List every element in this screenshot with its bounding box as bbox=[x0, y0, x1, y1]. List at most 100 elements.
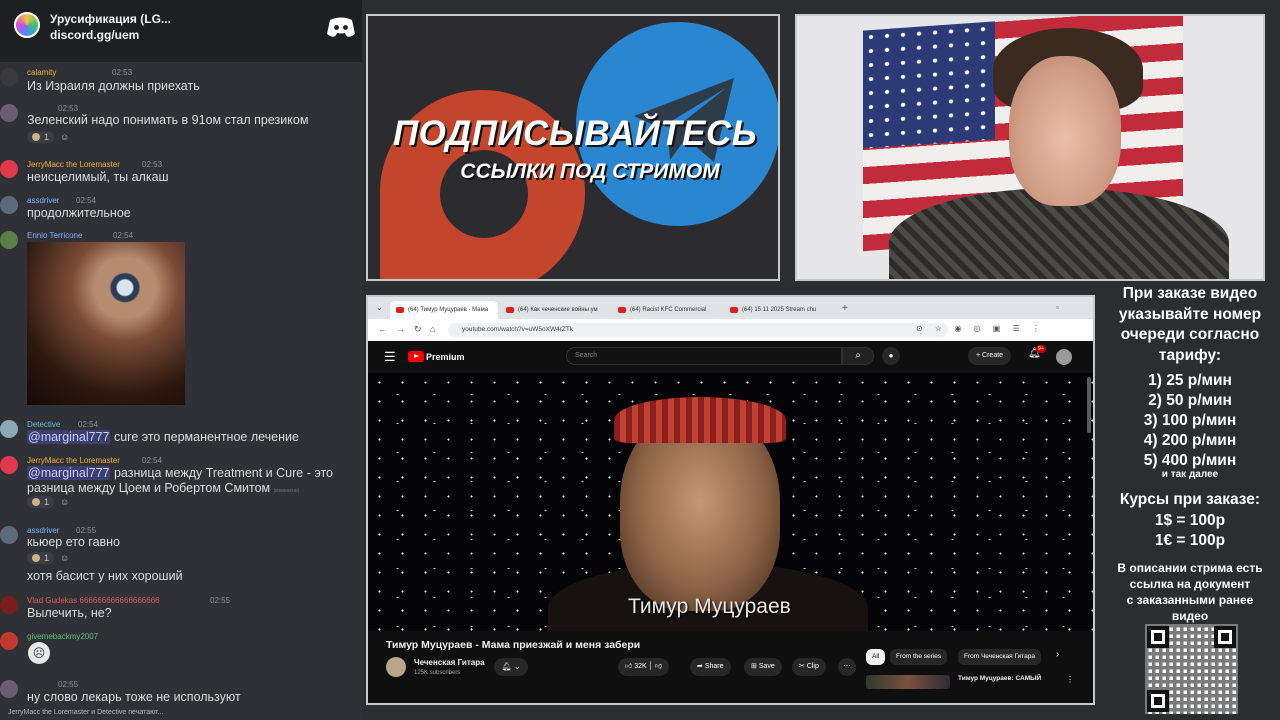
extension-icons[interactable]: ⊙ ☆ ◉ ◎ ▣ ☰ ⋮ bbox=[916, 324, 1045, 333]
message-time: 02:53 bbox=[112, 68, 133, 77]
reaction-pill[interactable]: 1 bbox=[27, 496, 55, 508]
menu-icon[interactable]: ☰ bbox=[384, 349, 396, 365]
window-controls[interactable]: ▫ bbox=[1056, 303, 1063, 312]
message-time: 02:53 bbox=[142, 160, 163, 169]
avatar[interactable] bbox=[0, 420, 18, 438]
avatar[interactable] bbox=[0, 526, 18, 544]
share-button[interactable]: ➦ Share bbox=[690, 658, 731, 676]
reaction-pill[interactable]: 1 bbox=[27, 552, 55, 564]
tab-title: (64) Тимур Муцураев - Мама bbox=[408, 307, 489, 313]
new-tab-icon[interactable]: + bbox=[842, 303, 848, 314]
avatar[interactable] bbox=[0, 68, 18, 86]
create-button[interactable]: + Create bbox=[968, 347, 1012, 365]
message-time: 02:54 bbox=[78, 420, 99, 429]
avatar[interactable] bbox=[0, 160, 18, 178]
author-suffix: 666666666666666666 bbox=[79, 596, 160, 605]
avatar[interactable] bbox=[0, 196, 18, 214]
tariff-note: и так далее bbox=[1161, 469, 1219, 480]
banner-subtitle: ССЫЛКИ ПОД СТРИМОМ bbox=[460, 160, 720, 183]
share-label: Share bbox=[704, 663, 724, 670]
account-avatar[interactable] bbox=[1056, 349, 1072, 365]
message-author[interactable]: assdriver bbox=[27, 526, 59, 535]
recommended-more-icon[interactable]: ⋮ bbox=[1066, 675, 1074, 684]
channel-avatar[interactable] bbox=[386, 657, 406, 677]
more-actions-icon[interactable]: ⋯ bbox=[838, 658, 856, 676]
browser-tab[interactable]: (64) Как чеченские войны ум bbox=[500, 301, 608, 319]
add-reaction-icon[interactable]: ☺ bbox=[60, 132, 69, 142]
server-invite-link[interactable]: discord.gg/uem bbox=[50, 28, 139, 42]
create-label: Create bbox=[982, 352, 1004, 359]
message-author[interactable]: assdriver bbox=[27, 196, 59, 205]
recommended-thumbnail[interactable] bbox=[866, 675, 950, 689]
message-author[interactable]: Detective bbox=[27, 420, 60, 429]
order-intro: При заказе видео указывайте номер очеред… bbox=[1100, 284, 1280, 366]
avatar[interactable] bbox=[0, 231, 18, 249]
browser-tab[interactable]: (64) Тимур Муцураев - Мама bbox=[390, 301, 498, 319]
description-note: В описании стрима есть ссылка на докумен… bbox=[1100, 560, 1280, 624]
message-author[interactable]: Ennio Terricone bbox=[27, 231, 82, 240]
emoji-icon bbox=[32, 133, 40, 141]
avatar[interactable] bbox=[0, 456, 18, 474]
back-icon[interactable]: ← bbox=[378, 324, 387, 334]
video-singer-hat bbox=[614, 397, 786, 443]
avatar[interactable] bbox=[0, 680, 18, 698]
browser-tab[interactable]: (64) Racist KFC Commercial bbox=[612, 301, 720, 319]
avatar[interactable] bbox=[0, 632, 18, 650]
intro-line: указывайте номер bbox=[1118, 305, 1262, 323]
discord-chat-panel: Урусификация (LG... discord.gg/uem calam… bbox=[0, 0, 362, 720]
reaction-count: 1 bbox=[44, 132, 50, 142]
attached-image[interactable] bbox=[27, 242, 185, 405]
tab-search-icon[interactable]: ⌄ bbox=[376, 303, 383, 312]
rate-item: 1$ = 100р bbox=[1154, 512, 1226, 529]
qr-code[interactable] bbox=[1145, 624, 1238, 714]
home-icon[interactable]: ⌂ bbox=[430, 324, 435, 334]
message-author[interactable]: givemebackmy2007 bbox=[27, 632, 98, 641]
address-bar[interactable]: youtube.com/watch?v=uW5oXW4rZTk bbox=[448, 323, 948, 337]
youtube-logo-icon[interactable] bbox=[408, 351, 424, 362]
discord-server-header[interactable]: Урусификация (LG... discord.gg/uem bbox=[0, 0, 362, 62]
message-text: кьюер ето гавно bbox=[27, 535, 121, 549]
browser-tab[interactable]: (64) 15 11 2025 Stream chu bbox=[724, 301, 832, 319]
youtube-header: ☰ Premium Search ⌕ ● + Create 🔔︎ 9+ bbox=[368, 341, 1093, 373]
user-mention[interactable]: @marginal777 bbox=[27, 430, 111, 444]
sticker-emoji-icon: ☹ bbox=[28, 642, 50, 664]
channel-name[interactable]: Чеченская Гитара bbox=[414, 658, 485, 667]
message-author[interactable]: JerryMacc the Loremaster bbox=[27, 160, 120, 169]
youtube-brand[interactable]: Premium bbox=[426, 352, 465, 362]
search-input[interactable]: Search bbox=[566, 347, 842, 365]
patreon-logo-stem bbox=[380, 192, 438, 279]
message-author[interactable]: calamity bbox=[27, 68, 56, 77]
video-title: Тимур Муцураев - Мама приезжай и меня за… bbox=[386, 639, 641, 651]
channel-subscribers: 125K subscribers bbox=[414, 670, 461, 676]
add-reaction-icon[interactable]: ☺ bbox=[60, 497, 69, 507]
clip-button[interactable]: ✂ Clip bbox=[792, 658, 826, 676]
reload-icon[interactable]: ↻ bbox=[414, 324, 422, 335]
message-author[interactable]: JerryMacc the Loremaster bbox=[27, 456, 120, 465]
page-scrollbar[interactable] bbox=[1087, 377, 1091, 433]
user-mention[interactable]: @marginal777 bbox=[27, 466, 111, 480]
chip-all[interactable]: All bbox=[866, 649, 886, 665]
message-author[interactable]: Vlad Gudekas 666666666666666666 bbox=[27, 596, 160, 605]
recommended-title[interactable]: Тимур Муцураев: САМЫЙ bbox=[958, 675, 1041, 682]
save-button[interactable]: ⊞ Save bbox=[744, 658, 782, 676]
server-name: Урусификация (LG... bbox=[50, 12, 171, 26]
search-icon[interactable]: ⌕ bbox=[842, 347, 874, 365]
subscription-bell-button[interactable]: 🔔︎ ⌄ bbox=[494, 658, 528, 676]
video-player[interactable]: Тимур Муцураев bbox=[368, 373, 1093, 631]
avatar[interactable] bbox=[0, 104, 18, 122]
edited-marker: (изменено) bbox=[273, 488, 300, 494]
intro-line: очереди согласно bbox=[1120, 326, 1260, 343]
reaction-pill[interactable]: 1 bbox=[27, 131, 55, 143]
like-button[interactable]: 👍︎ 32K │ 👎︎ bbox=[618, 658, 670, 676]
reactions: 1 ☺ bbox=[27, 131, 69, 143]
chip-from-channel[interactable]: From Чеченская Гитара bbox=[958, 649, 1042, 665]
microphone-icon[interactable]: ● bbox=[882, 347, 900, 365]
forward-icon[interactable]: → bbox=[396, 324, 405, 334]
chevron-right-icon[interactable]: › bbox=[1056, 649, 1059, 660]
add-reaction-icon[interactable]: ☺ bbox=[60, 553, 69, 563]
tab-title: (64) 15 11 2025 Stream chu bbox=[742, 307, 817, 313]
server-icon[interactable] bbox=[14, 12, 40, 38]
youtube-favicon-icon bbox=[618, 307, 626, 313]
chip-from-series[interactable]: From the series bbox=[890, 649, 948, 665]
avatar[interactable] bbox=[0, 596, 18, 614]
